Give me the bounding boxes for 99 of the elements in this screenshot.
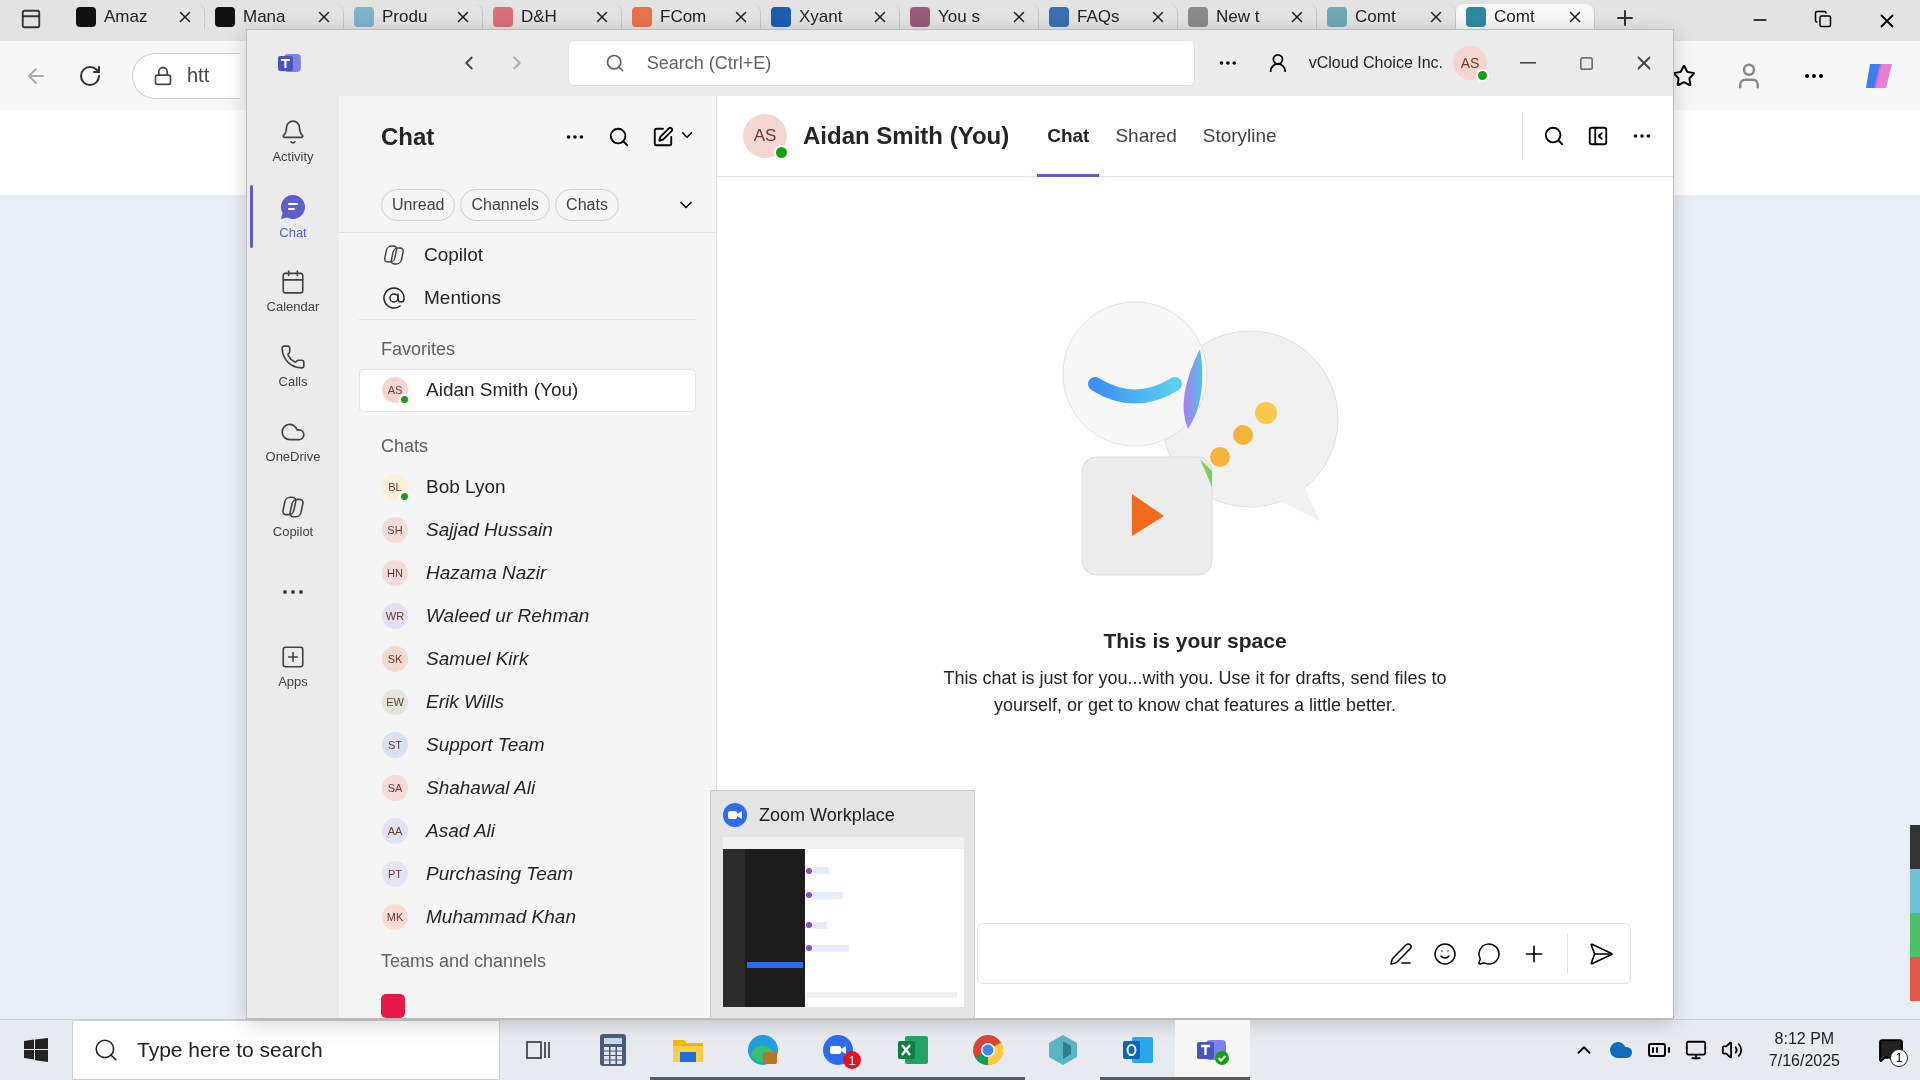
copilot-icon	[382, 242, 406, 267]
chat-item[interactable]: AS Aidan Smith (You)	[359, 368, 696, 412]
mention-icon	[382, 285, 406, 310]
tab[interactable]: Storyline	[1192, 95, 1287, 177]
tab[interactable]: Shared	[1105, 95, 1187, 177]
rail-item[interactable]: Copilot	[247, 479, 339, 554]
clock-date[interactable]: 7/16/2025	[1768, 1052, 1840, 1070]
rail-item[interactable]: Chat	[247, 179, 339, 254]
list-item[interactable]: Copilot	[359, 233, 696, 277]
side-panel-icon[interactable]	[1587, 125, 1609, 147]
search-icon[interactable]	[608, 125, 630, 148]
search-field[interactable]: Search (Ctrl+E)	[567, 40, 1196, 86]
chat-item[interactable]: AA Asad Ali	[359, 809, 696, 852]
address-field[interactable]: htt	[132, 52, 240, 99]
chat-item[interactable]: SA Shahawal Ali	[359, 766, 696, 809]
taskbar-app-button[interactable]	[1175, 1020, 1250, 1080]
network-icon[interactable]	[1684, 1039, 1707, 1061]
chat-item[interactable]: ST Support Team	[359, 723, 696, 766]
empty-state-text: This chat is just for you...with you. Use it for drafts, send files to yourself, or get to know chat features a little better.	[942, 667, 1448, 717]
format-icon[interactable]	[1389, 941, 1413, 966]
avatar: MK	[382, 903, 408, 930]
clock-time[interactable]: 8:12 PM	[1774, 1030, 1835, 1048]
chat-item[interactable]: HN Hazama Nazir	[359, 551, 696, 594]
avatar: EW	[382, 688, 408, 715]
emoji-icon[interactable]	[1433, 941, 1457, 966]
conversation-title: Aidan Smith (You)	[803, 122, 1010, 150]
rail-item[interactable]: Calendar	[247, 254, 339, 329]
start-icon[interactable]	[24, 1038, 48, 1062]
minimize-icon	[1520, 62, 1536, 64]
rail-item[interactable]: Apps	[247, 629, 339, 704]
tab-actions-icon[interactable]	[20, 8, 42, 30]
tab[interactable]: Chat	[1037, 95, 1100, 177]
avatar: SA	[382, 774, 408, 801]
search-icon	[604, 53, 625, 73]
new-chat-icon[interactable]	[652, 125, 674, 148]
calculator-icon	[599, 1034, 626, 1066]
avatar: AS	[743, 114, 787, 158]
notification-count: 1	[1890, 1049, 1908, 1067]
chat-item[interactable]: SK Samuel Kirk	[359, 637, 696, 680]
spreadsheet-icon	[896, 1035, 929, 1065]
task-view-icon	[524, 1038, 551, 1062]
user-avatar[interactable]: AS	[1453, 46, 1487, 80]
copilot-icon	[280, 494, 306, 520]
diamond-icon	[1046, 1034, 1079, 1066]
filter-chip[interactable]: Channels	[460, 188, 551, 221]
rail-item[interactable]: OneDrive	[247, 404, 339, 479]
section-header: Teams and channels	[380, 950, 548, 973]
avatar: BL	[382, 473, 408, 500]
restore-icon[interactable]	[1814, 10, 1832, 28]
rail-item[interactable]: Activity	[247, 104, 339, 179]
add-apps-icon	[280, 644, 306, 670]
swirl-logo-icon	[746, 1034, 779, 1066]
notification-badge: 1	[843, 1051, 861, 1069]
loop-icon[interactable]	[1477, 941, 1501, 966]
maximize-icon	[1578, 55, 1594, 71]
filter-chip[interactable]: Chats	[555, 188, 619, 221]
window-preview[interactable]: Zoom Workplace	[710, 790, 975, 1019]
preview-title: Zoom Workplace	[759, 804, 895, 826]
lock-icon	[153, 65, 173, 86]
section-header: Favorites	[359, 319, 696, 369]
avatar: SK	[382, 645, 408, 672]
volume-icon[interactable]	[1720, 1039, 1743, 1061]
chat-item[interactable]: BL Bob Lyon	[359, 465, 696, 508]
calendar-icon	[280, 269, 306, 295]
search-icon[interactable]	[1543, 125, 1565, 147]
phone-icon	[280, 344, 306, 370]
list-item[interactable]: Mentions	[359, 276, 696, 320]
avatar: PT	[382, 860, 408, 887]
taskbar-search-field[interactable]: Type here to search	[72, 1020, 500, 1080]
avatar: WR	[382, 602, 408, 629]
browser-tab[interactable]: Amaz	[66, 4, 205, 29]
chat-item[interactable]: MK Muhammad Khan	[359, 895, 696, 938]
send-icon[interactable]	[1588, 940, 1614, 967]
refresh-icon[interactable]	[78, 63, 102, 88]
avatar: HN	[382, 559, 408, 586]
rail-item[interactable]: Calls	[247, 329, 339, 404]
chat-item[interactable]: EW Erik Wills	[359, 680, 696, 723]
avatar: ST	[382, 731, 408, 758]
avatar: SH	[382, 516, 408, 543]
search-icon	[93, 1037, 119, 1063]
favorites-icon[interactable]	[1672, 63, 1696, 88]
organization-name: vCloud Choice Inc.	[1308, 54, 1443, 72]
filter-chip[interactable]: Unread	[381, 188, 456, 221]
taskbar-app-button[interactable]: 1	[800, 1020, 875, 1080]
chat-item[interactable]: SH Sajjad Hussain	[359, 508, 696, 551]
more-icon	[283, 589, 303, 594]
avatar: AA	[382, 817, 408, 844]
app-logo-icon	[723, 803, 747, 827]
chat-bubble-icon	[279, 193, 307, 221]
panel-title: Chat	[381, 122, 436, 151]
chat-item[interactable]: WR Waleed ur Rehman	[359, 594, 696, 637]
mail-app-icon	[1121, 1035, 1154, 1065]
chat-item[interactable]: PT Purchasing Team	[359, 852, 696, 895]
browser-tab[interactable]: Comt	[1456, 4, 1595, 29]
section-header: Chats	[380, 434, 430, 458]
empty-state-title: This is your space	[1103, 629, 1287, 653]
circle-logo-icon	[971, 1034, 1004, 1066]
bell-icon	[280, 119, 306, 145]
avatar: AS	[382, 377, 408, 404]
